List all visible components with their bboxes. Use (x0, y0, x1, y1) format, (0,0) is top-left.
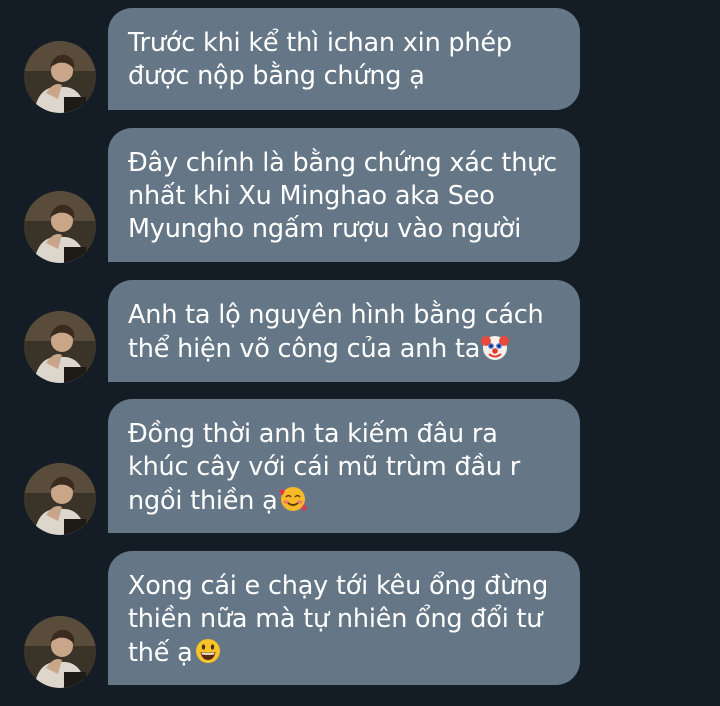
message-bubble[interactable]: Đồng thời anh ta kiếm đâu ra khúc cây vớ… (108, 399, 580, 533)
avatar-photo-icon (24, 191, 96, 263)
avatar[interactable] (24, 41, 96, 113)
avatar[interactable] (24, 191, 96, 263)
clown-face-icon (481, 336, 510, 360)
message-text: Trước khi kể thì ichan xin phép được nộp… (128, 28, 512, 91)
avatar-photo-icon (24, 463, 96, 535)
message-bubble[interactable]: Anh ta lộ nguyên hình bằng cách thể hiện… (108, 280, 580, 382)
avatar[interactable] (24, 463, 96, 535)
avatar-photo-icon (24, 616, 96, 688)
message-bubble[interactable]: Xong cái e chạy tới kêu ổng đừng thiền n… (108, 551, 580, 685)
avatar-photo-icon (24, 41, 96, 113)
avatar[interactable] (24, 311, 96, 383)
avatar-photo-icon (24, 311, 96, 383)
avatar[interactable] (24, 616, 96, 688)
smiling-face-with-hearts-icon (279, 487, 307, 512)
message-text: Đồng thời anh ta kiếm đâu ra khúc cây vớ… (128, 419, 521, 516)
message-text: Xong cái e chạy tới kêu ổng đừng thiền n… (128, 571, 549, 668)
message-bubble[interactable]: Trước khi kể thì ichan xin phép được nộp… (108, 8, 580, 110)
grinning-face-icon (195, 639, 220, 663)
message-text: Đây chính là bằng chứng xác thực nhất kh… (128, 148, 557, 244)
message-bubble[interactable]: Đây chính là bằng chứng xác thực nhất kh… (108, 128, 580, 262)
